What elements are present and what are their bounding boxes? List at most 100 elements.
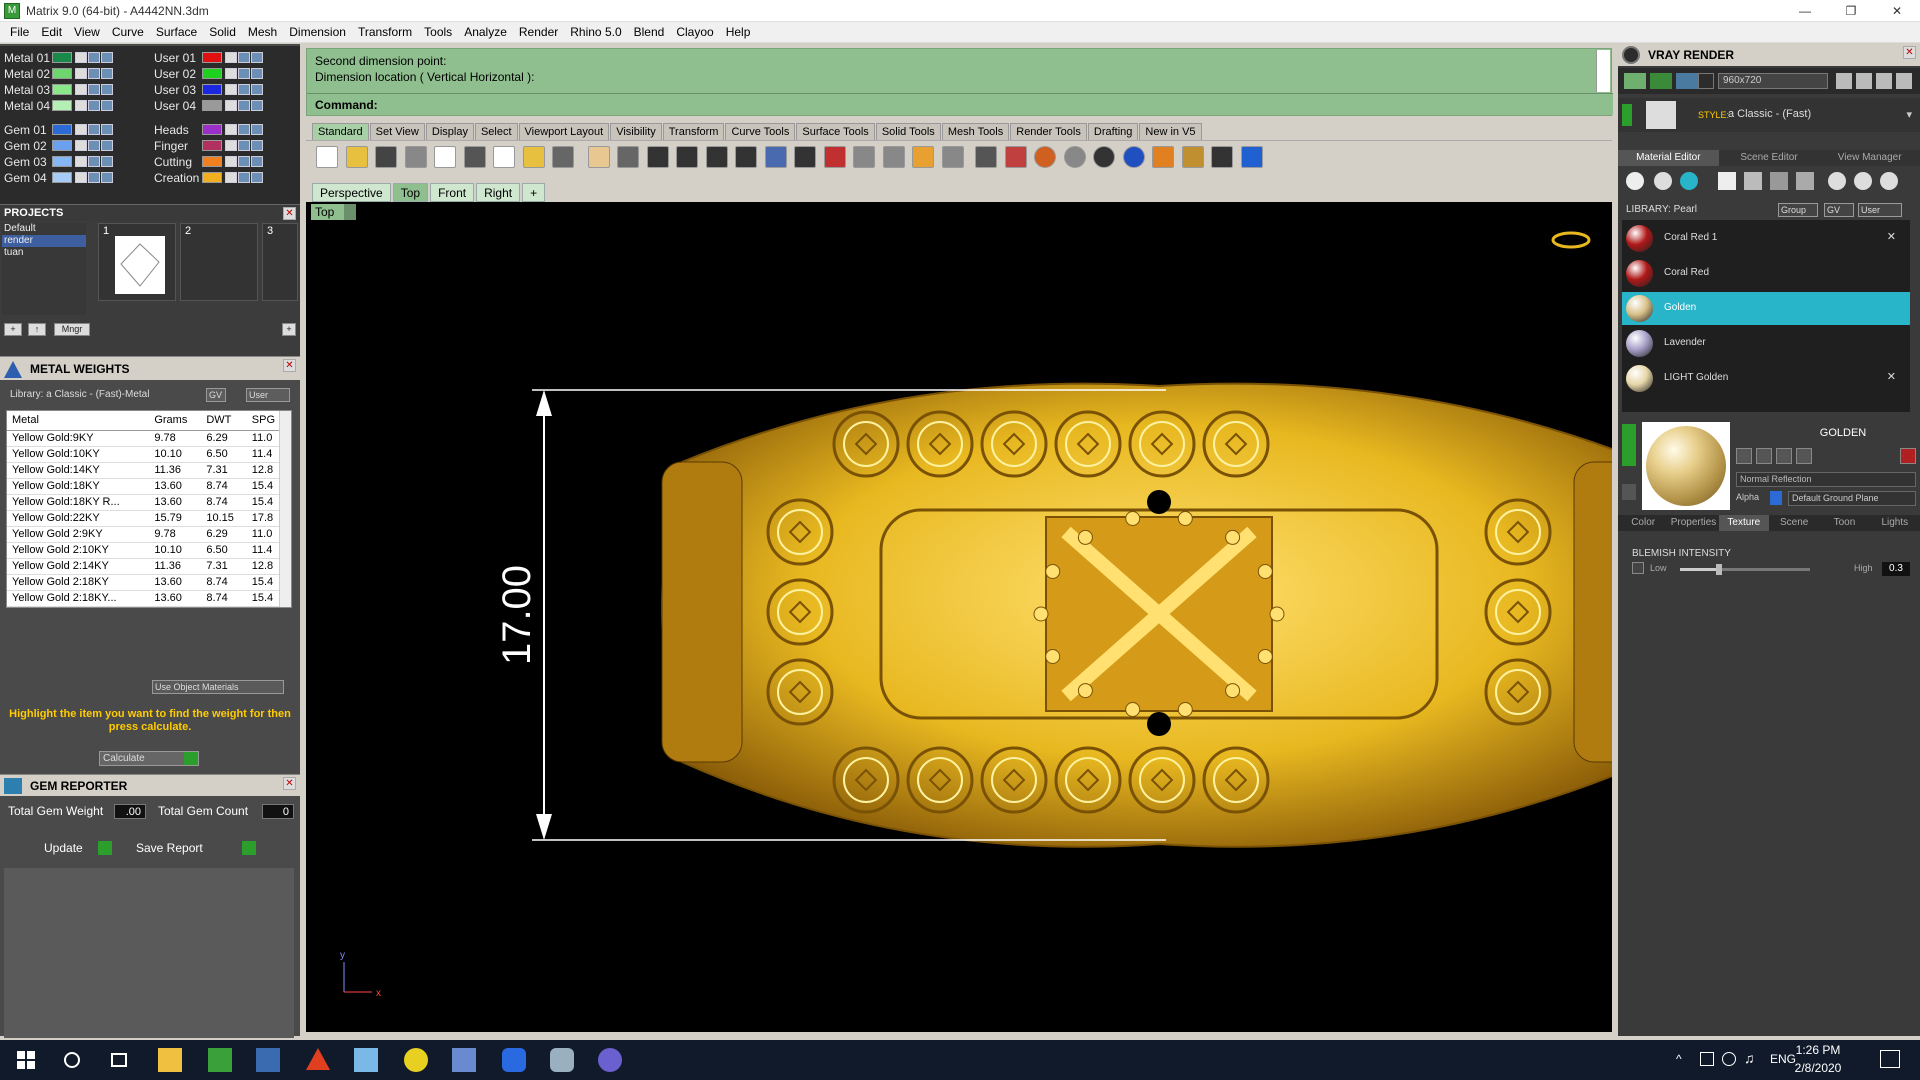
tab-view-manager[interactable]: View Manager — [1819, 150, 1920, 166]
preview-expand-icon[interactable] — [1622, 424, 1636, 466]
layer-color-swatch[interactable] — [202, 156, 222, 167]
layer-lock-icon[interactable] — [225, 52, 237, 63]
frame-buffer-icon[interactable] — [1856, 73, 1872, 89]
layer-select-icon[interactable] — [101, 100, 113, 111]
gear-icon[interactable] — [1181, 146, 1204, 168]
layer-visible-icon[interactable] — [238, 84, 250, 95]
clock-date[interactable]: 2/8/2020 — [1788, 1061, 1848, 1075]
layer-color-swatch[interactable] — [202, 100, 222, 111]
table-row[interactable]: Yellow Gold 2:10KY 10.10 6.50 11.4 — [7, 542, 287, 559]
zoom-in-icon[interactable] — [646, 146, 669, 168]
layer-visible-icon[interactable] — [238, 156, 250, 167]
toolbar-tab[interactable]: Select — [474, 123, 518, 140]
lock-icon[interactable] — [975, 146, 997, 168]
layer-row[interactable]: Cutting — [150, 154, 263, 169]
layer-color-swatch[interactable] — [52, 100, 72, 111]
menu-dimension[interactable]: Dimension — [283, 22, 352, 43]
layer-lock-icon[interactable] — [75, 52, 87, 63]
layer-select-icon[interactable] — [251, 172, 263, 183]
paste-icon[interactable] — [522, 146, 545, 168]
add-project-icon[interactable]: + — [4, 323, 22, 336]
column-header-grams[interactable]: Grams — [149, 411, 202, 431]
options-icon[interactable] — [1876, 73, 1892, 89]
layer-lock-icon[interactable] — [75, 124, 87, 135]
blemish-reset-icon[interactable] — [1632, 562, 1644, 574]
layer-visible-icon[interactable] — [88, 52, 100, 63]
zalo-icon[interactable] — [502, 1048, 526, 1072]
viewport-tab[interactable]: Right — [476, 183, 521, 202]
top-viewport[interactable]: 17.00 x y Top — [306, 202, 1612, 1032]
layer-lock-icon[interactable] — [75, 172, 87, 183]
layer-color-swatch[interactable] — [202, 68, 222, 79]
layer-lock-icon[interactable] — [225, 156, 237, 167]
toolbar-tab[interactable]: Mesh Tools — [941, 123, 1010, 140]
layer-visible-icon[interactable] — [238, 100, 250, 111]
matrix-taskbar-icon[interactable] — [208, 1048, 232, 1072]
layer-select-icon[interactable] — [251, 156, 263, 167]
pan-icon[interactable] — [587, 146, 610, 168]
interactive-render-icon[interactable] — [1676, 73, 1698, 89]
plain-material-icon[interactable] — [1718, 172, 1736, 190]
resolution-icon[interactable] — [1698, 73, 1714, 89]
material-item[interactable]: Coral Red 1 ✕ — [1622, 222, 1910, 255]
menu-view[interactable]: View — [68, 22, 106, 43]
brush-icon[interactable] — [1854, 172, 1872, 190]
gem-reporter-close-icon[interactable]: ✕ — [283, 777, 296, 790]
layer-lock-icon[interactable] — [75, 100, 87, 111]
network-app-icon[interactable] — [598, 1048, 622, 1072]
material-subtab[interactable]: Properties — [1668, 515, 1718, 531]
table-row[interactable]: Yellow Gold:9KY 9.78 6.29 11.0 — [7, 430, 287, 447]
layer-color-swatch[interactable] — [52, 68, 72, 79]
clock-time[interactable]: 1:26 PM — [1788, 1043, 1848, 1057]
menu-solid[interactable]: Solid — [203, 22, 242, 43]
layer-visible-icon[interactable] — [238, 140, 250, 151]
layer-select-icon[interactable] — [101, 156, 113, 167]
project-slot-3[interactable]: 3 — [262, 223, 298, 301]
search-icon[interactable] — [60, 1048, 84, 1072]
volume-tray-icon[interactable]: ♫ — [1744, 1050, 1755, 1066]
shade-icon[interactable] — [1004, 146, 1027, 168]
layer-select-icon[interactable] — [251, 100, 263, 111]
layer-row[interactable]: Heads — [150, 122, 263, 137]
paste-material-icon[interactable] — [1776, 448, 1792, 464]
cut-icon[interactable] — [463, 146, 486, 168]
layer-select-icon[interactable] — [251, 140, 263, 151]
sphere-dark-icon[interactable] — [1093, 146, 1115, 168]
warning-app-icon[interactable] — [306, 1048, 330, 1070]
sphere-blue-icon[interactable] — [1122, 146, 1145, 168]
material-item[interactable]: Lavender — [1622, 327, 1910, 360]
layer-color-swatch[interactable] — [52, 84, 72, 95]
layer-color-swatch[interactable] — [202, 172, 222, 183]
menu-blend[interactable]: Blend — [628, 22, 671, 43]
layer-lock-icon[interactable] — [225, 172, 237, 183]
table-row[interactable]: Yellow Gold 2:18KY 13.60 8.74 15.4 — [7, 574, 287, 591]
menu-tools[interactable]: Tools — [418, 22, 458, 43]
network-tray-icon[interactable] — [1700, 1052, 1714, 1066]
table-row[interactable]: Yellow Gold:18KY 13.60 8.74 15.4 — [7, 478, 287, 495]
layer-lock-icon[interactable] — [225, 124, 237, 135]
tab-scene-editor[interactable]: Scene Editor — [1718, 150, 1820, 166]
menu-edit[interactable]: Edit — [35, 22, 68, 43]
layer-color-swatch[interactable] — [52, 172, 72, 183]
zoom-selected-icon[interactable] — [735, 146, 757, 168]
print-icon[interactable] — [404, 146, 427, 168]
toolbar-tab[interactable]: Surface Tools — [796, 123, 875, 140]
window-app-icon[interactable] — [256, 1048, 280, 1072]
start-windows-icon[interactable] — [14, 1048, 38, 1072]
table-row[interactable]: Yellow Gold:10KY 10.10 6.50 11.4 — [7, 446, 287, 463]
layer-row[interactable]: Metal 03 — [0, 82, 113, 97]
resolution-select[interactable]: 960x720 — [1718, 73, 1828, 89]
layer-color-swatch[interactable] — [202, 84, 222, 95]
help-icon[interactable] — [1240, 146, 1263, 168]
menu-render[interactable]: Render — [513, 22, 564, 43]
remove-material-icon[interactable]: ✕ — [1887, 230, 1896, 243]
menu-surface[interactable]: Surface — [150, 22, 203, 43]
close-icon[interactable]: ✕ — [1874, 0, 1920, 22]
dimension-icon[interactable] — [1211, 146, 1233, 168]
layer-select-icon[interactable] — [101, 140, 113, 151]
undo-icon[interactable] — [552, 146, 574, 168]
layer-row[interactable]: User 03 — [150, 82, 263, 97]
style-expand-icon[interactable] — [1622, 104, 1632, 126]
rhino-taskbar-icon[interactable] — [550, 1048, 574, 1072]
light-bulb-icon[interactable] — [1880, 172, 1898, 190]
